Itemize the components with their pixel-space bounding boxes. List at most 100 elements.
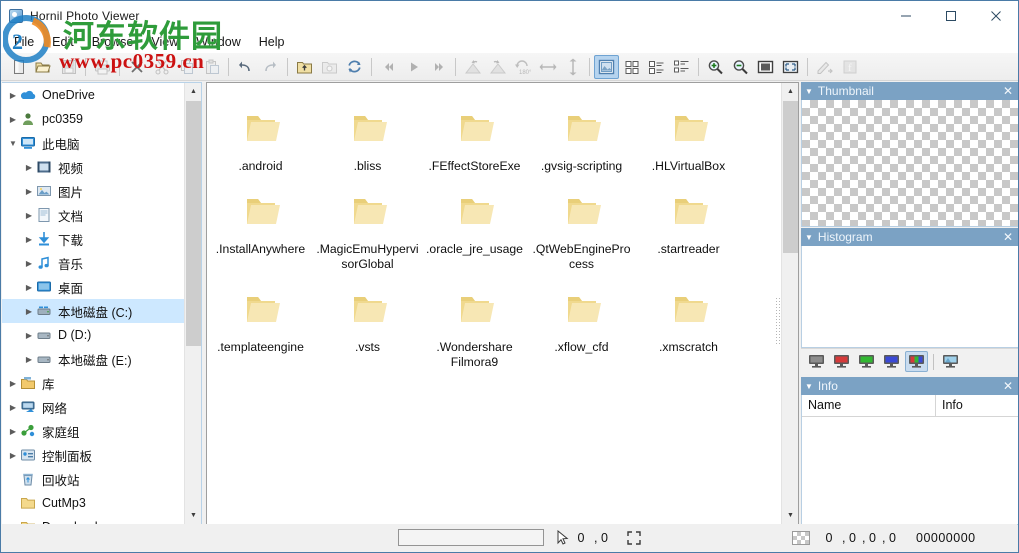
tree-item-16[interactable]: ▶回收站 [2, 467, 184, 491]
histogram-channel-rgb[interactable] [905, 351, 928, 372]
folder-item[interactable]: .InstallAnywhere [208, 174, 313, 272]
menu-browse[interactable]: Browse [83, 32, 143, 52]
chevron-right-icon[interactable]: ▶ [22, 280, 36, 294]
info-table[interactable]: Name Info [801, 395, 1018, 525]
pane-resize-grip[interactable] [775, 297, 781, 345]
histogram-panel-header[interactable]: ▼ Histogram ✕ [801, 228, 1018, 246]
zoom-in-icon[interactable] [703, 55, 728, 79]
chevron-right-icon[interactable]: ▶ [22, 256, 36, 270]
chevron-right-icon[interactable]: ▶ [22, 304, 36, 318]
chevron-right-icon[interactable]: ▶ [22, 232, 36, 246]
tree-item-5[interactable]: ▶ 文档 [2, 203, 184, 227]
info-panel-header[interactable]: ▼ Info ✕ [801, 377, 1018, 395]
histogram-channel-luminance[interactable] [805, 351, 828, 372]
histogram-channel-red[interactable] [830, 351, 853, 372]
chevron-right-icon[interactable]: ▶ [22, 208, 36, 222]
maximize-button[interactable] [928, 1, 973, 30]
tree-scroll-up-button[interactable]: ▲ [185, 83, 201, 100]
folder-item[interactable]: .oracle_jre_usage [422, 174, 527, 272]
menu-edit[interactable]: Edit [43, 32, 83, 52]
fit-screen-icon[interactable] [626, 530, 642, 546]
chevron-right-icon[interactable]: ▶ [22, 328, 36, 342]
chevron-right-icon[interactable]: ▶ [6, 88, 20, 102]
view-details-icon[interactable] [669, 55, 694, 79]
new-icon[interactable] [6, 55, 31, 79]
folder-item[interactable]: .xflow_cfd [529, 272, 634, 370]
collapse-caret-icon[interactable]: ▼ [805, 233, 813, 242]
tree-item-11[interactable]: ▶ 本地磁盘 (E:) [2, 347, 184, 371]
tree-item-3[interactable]: ▶ 视频 [2, 155, 184, 179]
collapse-caret-icon[interactable]: ▼ [805, 87, 813, 96]
status-path-field[interactable] [398, 529, 544, 546]
chevron-right-icon[interactable]: ▶ [6, 112, 20, 126]
tree-item-4[interactable]: ▶ 图片 [2, 179, 184, 203]
facebook-share-icon[interactable]: f [837, 55, 862, 79]
view-thumbnails-icon[interactable] [594, 54, 619, 79]
folder-item[interactable]: .QtWebEngineProcess [529, 174, 634, 272]
tree-scroll-thumb[interactable] [186, 101, 201, 346]
actual-size-icon[interactable] [753, 55, 778, 79]
copy-icon[interactable] [174, 55, 199, 79]
save-icon[interactable] [56, 55, 81, 79]
print-icon[interactable] [90, 55, 115, 79]
open-folder-icon[interactable] [31, 55, 56, 79]
folder-item[interactable]: .bliss [315, 91, 420, 174]
chevron-right-icon[interactable]: ▶ [22, 352, 36, 366]
next-image-icon[interactable] [401, 55, 426, 79]
redo-icon[interactable] [258, 55, 283, 79]
tree-item-1[interactable]: ▶ pc0359 [2, 107, 184, 131]
chevron-right-icon[interactable]: ▶ [6, 424, 20, 438]
chevron-right-icon[interactable]: ▶ [22, 160, 36, 174]
chevron-right-icon[interactable]: ▶ [22, 184, 36, 198]
zoom-out-icon[interactable] [728, 55, 753, 79]
tree-item-2[interactable]: ▼ 此电脑 [2, 131, 184, 155]
menu-window[interactable]: Window [187, 32, 249, 52]
tree-item-9[interactable]: ▶ 本地磁盘 (C:) [2, 299, 184, 323]
chevron-right-icon[interactable]: ▶ [6, 376, 20, 390]
tree-item-0[interactable]: ▶ OneDrive [2, 83, 184, 107]
rotate-180-icon[interactable]: 180° [510, 55, 535, 79]
cut-icon[interactable] [149, 55, 174, 79]
tree-item-15[interactable]: ▶ 控制面板 [2, 443, 184, 467]
folder-item[interactable]: .xmscratch [636, 272, 741, 370]
folder-item[interactable]: .HLVirtualBox [636, 91, 741, 174]
folder-item[interactable]: .templateengine [208, 272, 313, 370]
edit-image-icon[interactable] [812, 55, 837, 79]
undo-icon[interactable] [233, 55, 258, 79]
tree-scrollbar[interactable]: ▲ ▼ [184, 83, 201, 524]
view-list-icon[interactable] [644, 55, 669, 79]
chevron-down-icon[interactable]: ▼ [6, 136, 20, 150]
refresh-folder-icon[interactable] [317, 55, 342, 79]
tree-item-7[interactable]: ▶ 音乐 [2, 251, 184, 275]
info-column-info[interactable]: Info [936, 395, 1018, 416]
chevron-right-icon[interactable]: ▶ [6, 400, 20, 414]
folder-item[interactable]: .Wondershare Filmora9 [422, 272, 527, 370]
tree-item-10[interactable]: ▶ D (D:) [2, 323, 184, 347]
delete-icon[interactable] [124, 55, 149, 79]
rotate-left-icon[interactable] [460, 55, 485, 79]
histogram-channel-blue[interactable] [880, 351, 903, 372]
collapse-caret-icon[interactable]: ▼ [805, 382, 813, 391]
menu-view[interactable]: View [142, 32, 187, 52]
file-browser-pane[interactable]: .android .bliss .FEffectStoreExe .gvsig-scr… [206, 82, 799, 525]
flip-vertical-icon[interactable] [560, 55, 585, 79]
tree-item-6[interactable]: ▶ 下载 [2, 227, 184, 251]
tree-item-18[interactable]: ▶Downloads [2, 515, 184, 524]
tree-item-17[interactable]: ▶CutMp3 [2, 491, 184, 515]
folder-item[interactable]: .MagicEmuHypervisorGlobal [315, 174, 420, 272]
thumbnail-preview[interactable] [801, 100, 1018, 227]
info-column-name[interactable]: Name [802, 395, 936, 416]
tree-item-14[interactable]: ▶ 家庭组 [2, 419, 184, 443]
close-icon[interactable]: ✕ [1001, 84, 1015, 98]
tree-item-13[interactable]: ▶ 网络 [2, 395, 184, 419]
folder-item[interactable]: .gvsig-scripting [529, 91, 634, 174]
close-icon[interactable]: ✕ [1001, 379, 1015, 393]
last-image-icon[interactable] [426, 55, 451, 79]
fit-to-window-icon[interactable] [778, 55, 803, 79]
reload-icon[interactable] [342, 55, 367, 79]
menu-file[interactable]: File [5, 32, 43, 52]
close-icon[interactable]: ✕ [1001, 230, 1015, 244]
view-tiles-icon[interactable] [619, 55, 644, 79]
tree-item-8[interactable]: ▶ 桌面 [2, 275, 184, 299]
paste-icon[interactable] [199, 55, 224, 79]
